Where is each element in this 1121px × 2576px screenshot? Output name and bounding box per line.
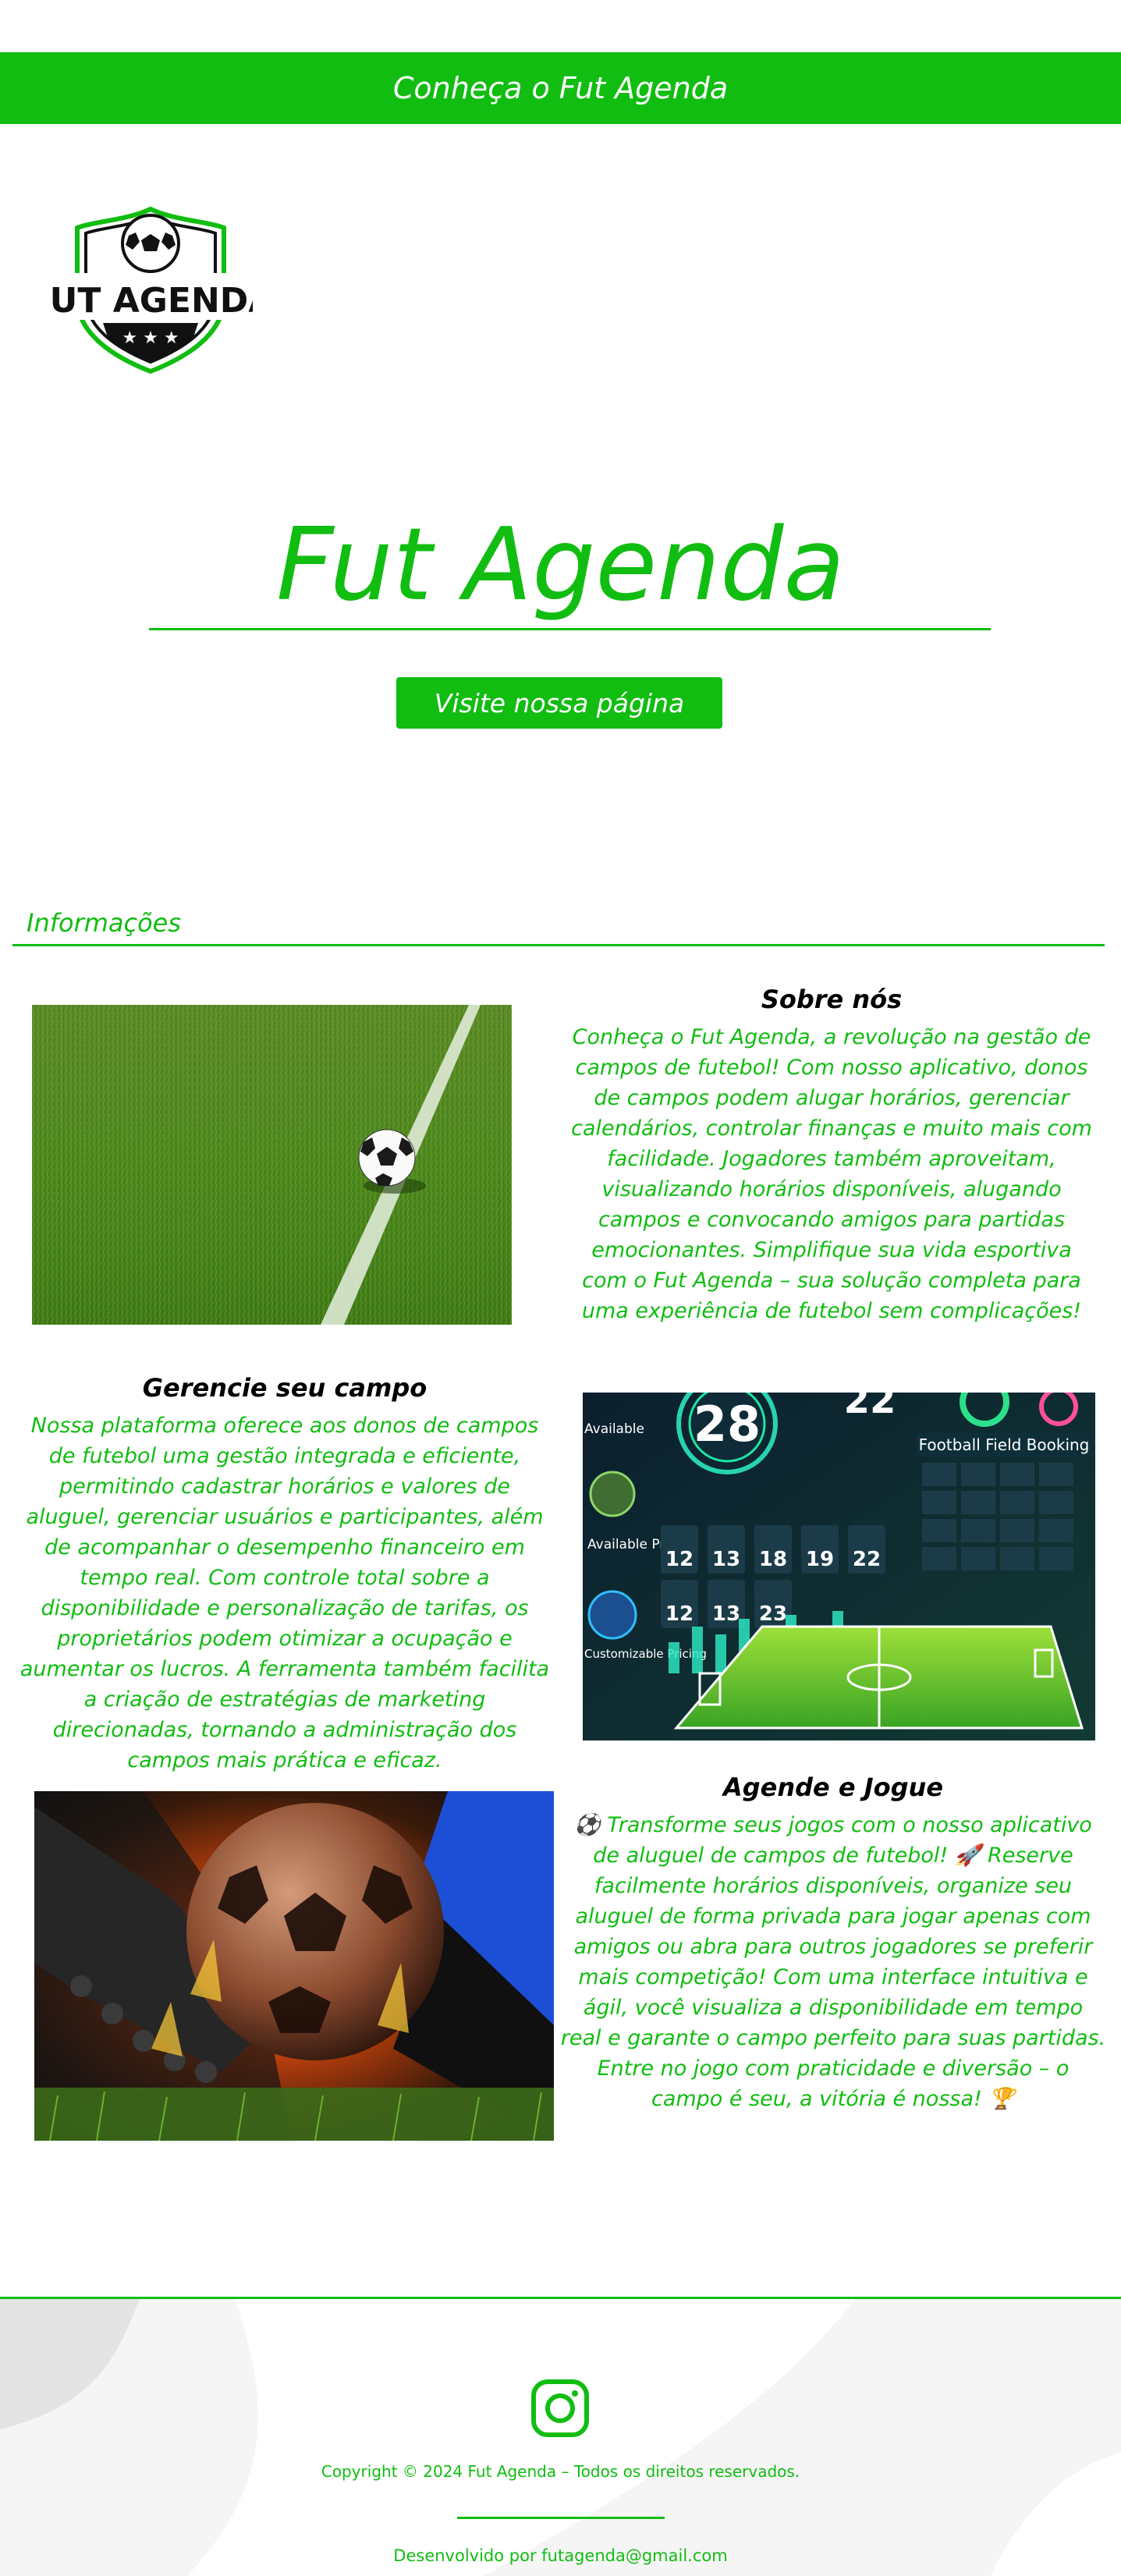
manage-text: Nossa plataforma oferece aos donos de ca… [20, 1414, 550, 1772]
svg-text:Available: Available [584, 1421, 644, 1437]
play-block: Agende e Jogue ⚽ Transforme seus jogos c… [560, 1772, 1106, 2114]
about-text: Conheça o Fut Agenda, a revolução na ges… [571, 1025, 1092, 1323]
developer-contact[interactable]: Desenvolvido por futagenda@gmail.com [0, 2546, 1121, 2565]
info-section-divider [12, 944, 1105, 946]
svg-text:★ ★ ★: ★ ★ ★ [122, 328, 179, 348]
svg-text:13: 13 [712, 1548, 740, 1571]
play-title: Agende e Jogue [722, 1772, 944, 1802]
booking-dashboard-image: 28 22 Football Field Booking Available A… [583, 1393, 1095, 1740]
svg-text:Customizable Pricing: Customizable Pricing [584, 1647, 707, 1661]
copyright-text: Copyright © 2024 Fut Agenda – Todos os d… [321, 2462, 800, 2481]
info-section-title: Informações [27, 908, 182, 938]
soccer-shield-logo-icon: FUT AGENDA ★ ★ ★ [27, 206, 275, 374]
svg-text:28: 28 [694, 1396, 761, 1453]
svg-text:22: 22 [844, 1393, 896, 1422]
footer-short-divider [457, 2517, 665, 2519]
svg-text:Football Field Booking: Football Field Booking [919, 1435, 1090, 1454]
hero-title: Fut Agenda [276, 507, 845, 623]
footer: Copyright © 2024 Fut Agenda – Todos os d… [0, 2297, 1121, 2576]
play-text: ⚽ Transforme seus jogos com o nosso apli… [560, 1813, 1106, 2111]
logo-text: FUT AGENDA [48, 281, 253, 321]
svg-text:22: 22 [853, 1548, 881, 1571]
manage-block: Gerencie seu campo Nossa plataforma ofer… [19, 1373, 551, 1776]
fut-agenda-logo[interactable]: FUT AGENDA ★ ★ ★ [27, 204, 275, 376]
svg-text:12: 12 [665, 1602, 694, 1626]
svg-text:18: 18 [759, 1548, 787, 1571]
about-title: Sobre nós [761, 985, 903, 1014]
footer-divider [0, 2297, 1121, 2299]
hero-divider [149, 628, 991, 630]
svg-text:19: 19 [806, 1548, 834, 1571]
svg-text:23: 23 [759, 1602, 787, 1626]
top-banner: Conheça o Fut Agenda [0, 52, 1121, 124]
visit-page-button[interactable]: Visite nossa página [396, 677, 722, 729]
top-banner-title: Conheça o Fut Agenda [392, 71, 729, 105]
soccer-field-image [32, 1005, 512, 1325]
manage-title: Gerencie seu campo [142, 1373, 427, 1403]
svg-text:12: 12 [665, 1548, 694, 1571]
fire-soccer-ball-image [34, 1791, 554, 2141]
svg-text:13: 13 [712, 1602, 740, 1626]
about-block: Sobre nós Conheça o Fut Agenda, a revolu… [568, 985, 1095, 1326]
instagram-icon[interactable] [530, 2379, 590, 2438]
